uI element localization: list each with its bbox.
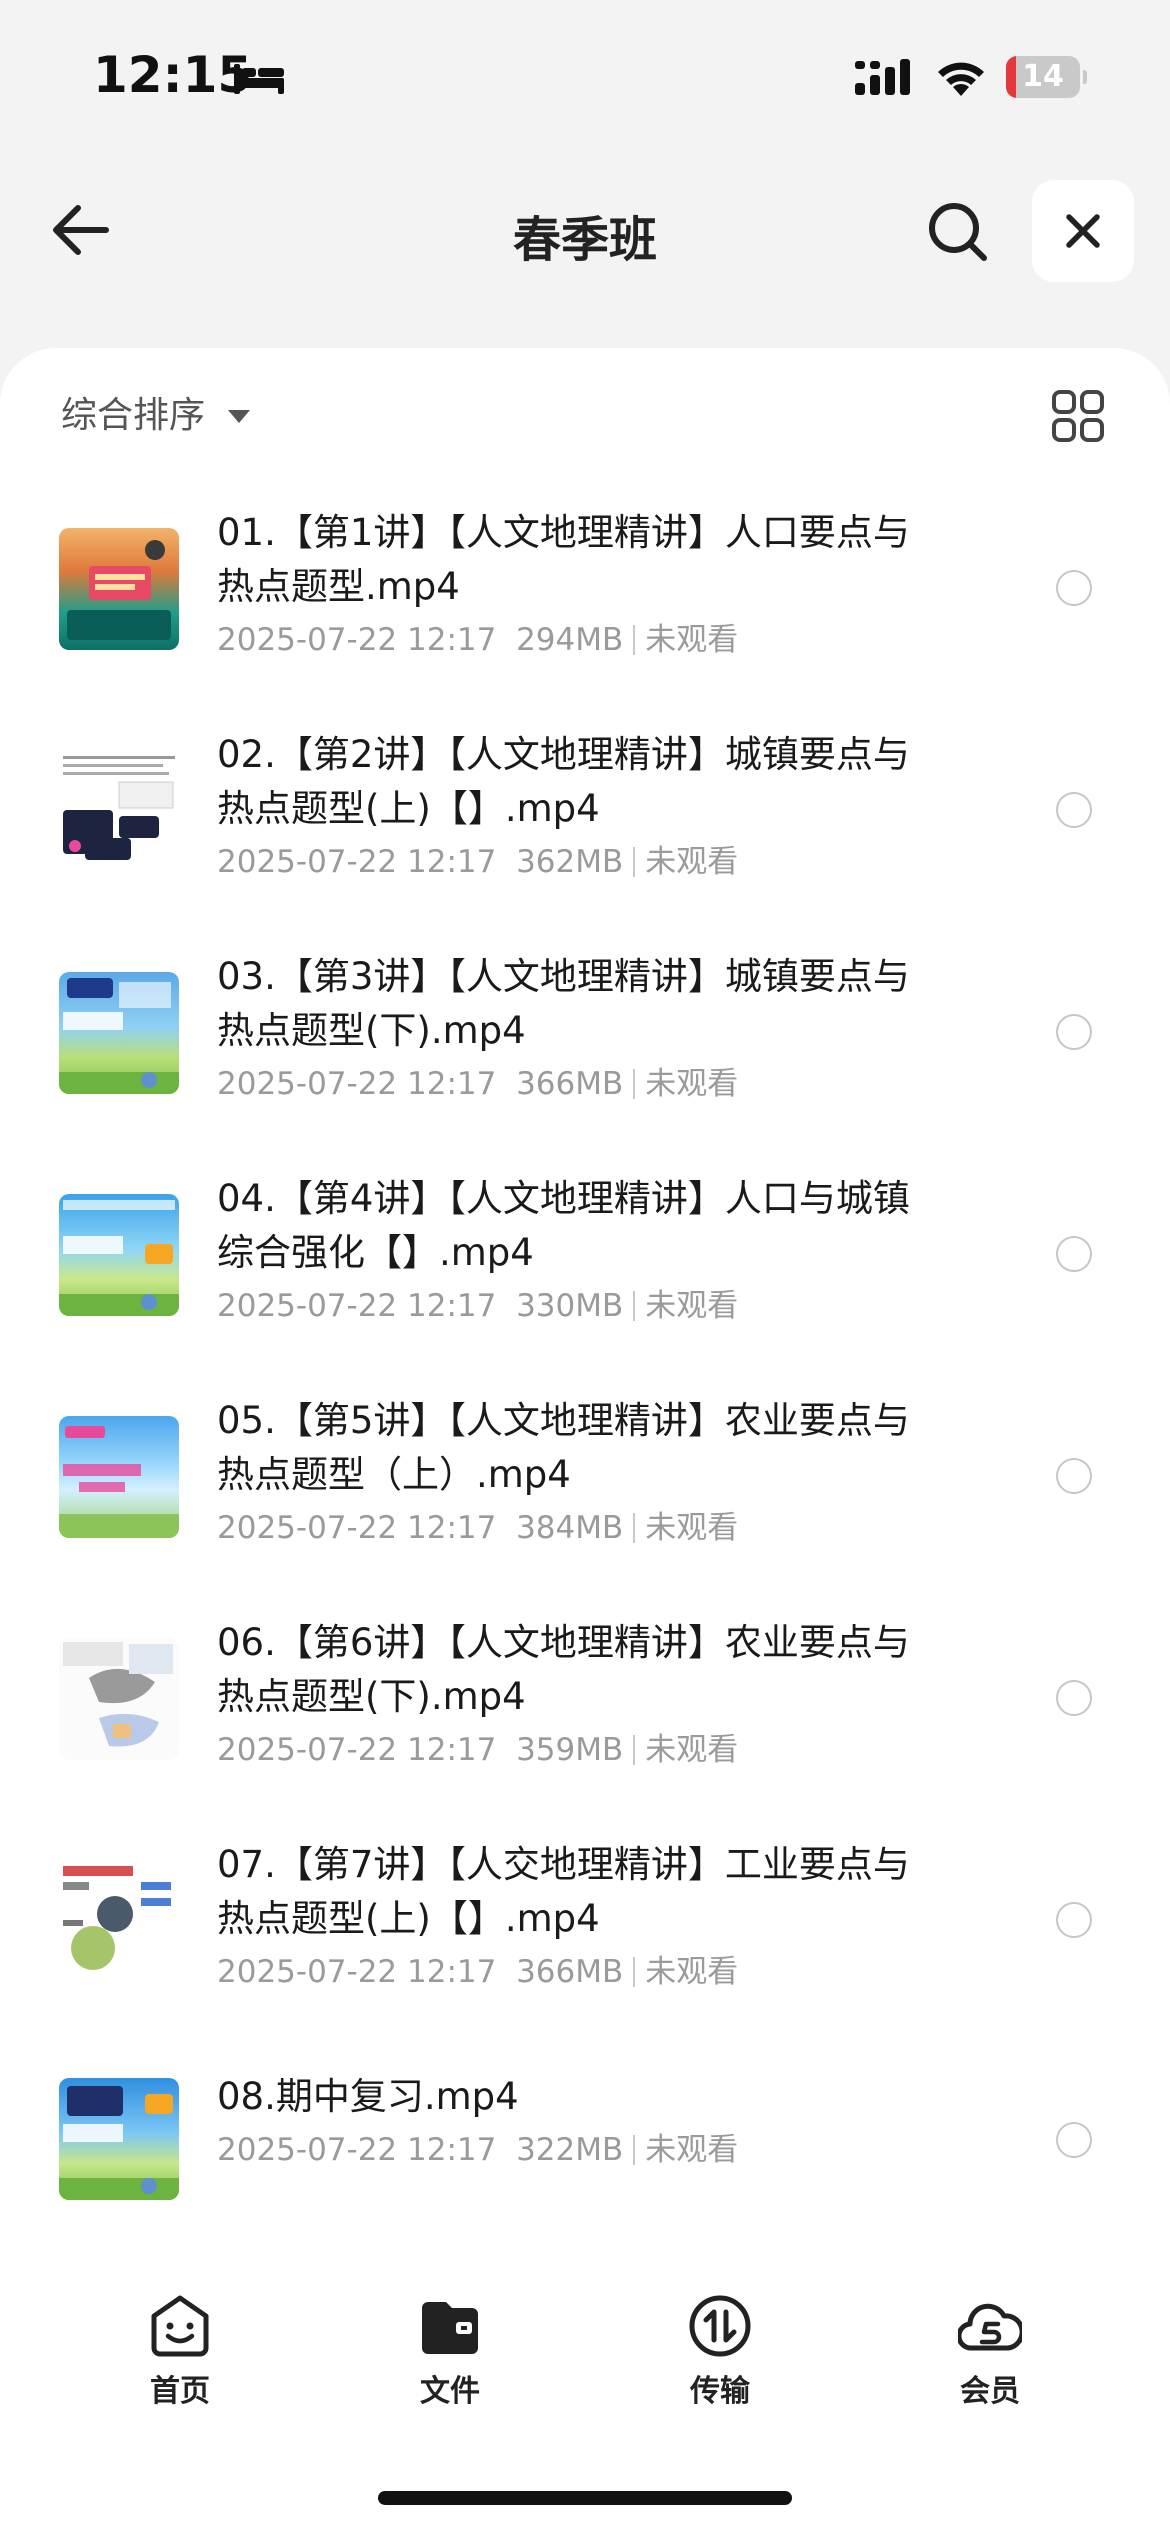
video-thumbnail	[59, 2078, 179, 2200]
file-row[interactable]: 07.【第7讲】【人交地理精讲】工业要点与热点题型(上)【】.mp4 2025-…	[0, 1838, 1170, 2038]
file-size: 359MB	[516, 1732, 624, 1768]
file-row[interactable]: 04.【第4讲】【人文地理精讲】人口与城镇综合强化【】.mp4 2025-07-…	[0, 1172, 1170, 1372]
bottom-tab-bar: 首页 文件 传输 会员	[0, 2280, 1170, 2410]
file-title: 06.【第6讲】【人文地理精讲】农业要点与热点题型(下).mp4	[217, 1621, 910, 1718]
bed-icon	[234, 64, 284, 94]
video-thumbnail	[59, 1194, 179, 1316]
folder-icon	[422, 2302, 478, 2354]
file-list-panel: 综合排序 01.【第1讲】【人文地理精讲】人口要点与热点题型.mp4 2025-…	[0, 348, 1170, 2532]
video-thumbnail	[59, 1860, 179, 1982]
file-meta: 2025-07-22 12:17 330MB 未观看	[217, 1284, 738, 1328]
tab-label: 文件	[420, 2374, 480, 2409]
file-date: 2025-07-22 12:17	[217, 1954, 497, 1990]
video-thumbnail	[59, 1638, 179, 1760]
close-button[interactable]	[1032, 180, 1134, 282]
select-radio[interactable]	[1056, 2122, 1092, 2158]
file-date: 2025-07-22 12:17	[217, 2132, 497, 2168]
file-title: 01.【第1讲】【人文地理精讲】人口要点与热点题型.mp4	[217, 511, 910, 608]
file-meta: 2025-07-22 12:17 384MB 未观看	[217, 1506, 738, 1550]
file-size: 366MB	[516, 1066, 624, 1102]
video-thumbnail	[59, 528, 179, 650]
file-date: 2025-07-22 12:17	[217, 1732, 497, 1768]
file-title: 07.【第7讲】【人交地理精讲】工业要点与热点题型(上)【】.mp4	[217, 1843, 910, 1940]
back-button[interactable]	[44, 194, 116, 266]
select-radio[interactable]	[1056, 1458, 1092, 1494]
tab-transfer[interactable]: 传输	[640, 2280, 800, 2410]
file-meta: 2025-07-22 12:17 322MB 未观看	[217, 2128, 738, 2172]
watch-status: 未观看	[645, 1288, 739, 1324]
page-title: 春季班	[512, 212, 657, 268]
select-radio[interactable]	[1056, 570, 1092, 606]
video-thumbnail	[59, 750, 179, 872]
file-size: 366MB	[516, 1954, 624, 1990]
file-size: 330MB	[516, 1288, 624, 1324]
file-size: 384MB	[516, 1510, 624, 1546]
file-title: 04.【第4讲】【人文地理精讲】人口与城镇综合强化【】.mp4	[217, 1177, 910, 1274]
home-indicator	[378, 2491, 792, 2505]
file-date: 2025-07-22 12:17	[217, 1288, 497, 1324]
tab-label: 首页	[150, 2374, 210, 2409]
tab-member[interactable]: 会员	[910, 2280, 1070, 2410]
file-meta: 2025-07-22 12:17 294MB 未观看	[217, 618, 738, 662]
file-date: 2025-07-22 12:17	[217, 622, 497, 658]
select-radio[interactable]	[1056, 1236, 1092, 1272]
video-thumbnail	[59, 1416, 179, 1538]
sort-bar: 综合排序	[0, 388, 1170, 444]
select-radio[interactable]	[1056, 1680, 1092, 1716]
file-title: 05.【第5讲】【人文地理精讲】农业要点与热点题型（上）.mp4	[217, 1399, 910, 1496]
tab-label: 会员	[960, 2374, 1020, 2409]
arrow-left-icon	[53, 205, 109, 255]
file-row[interactable]: 01.【第1讲】【人文地理精讲】人口要点与热点题型.mp4 2025-07-22…	[0, 506, 1170, 706]
file-row[interactable]: 05.【第5讲】【人文地理精讲】农业要点与热点题型（上）.mp4 2025-07…	[0, 1394, 1170, 1594]
watch-status: 未观看	[645, 622, 739, 658]
file-title: 08.期中复习.mp4	[217, 2075, 519, 2118]
file-title: 02.【第2讲】【人文地理精讲】城镇要点与热点题型(上)【】.mp4	[217, 733, 910, 830]
file-date: 2025-07-22 12:17	[217, 844, 497, 880]
tab-label: 传输	[690, 2374, 750, 2409]
transfer-icon	[689, 2295, 751, 2357]
file-row[interactable]: 02.【第2讲】【人文地理精讲】城镇要点与热点题型(上)【】.mp4 2025-…	[0, 728, 1170, 928]
cellular-signal-icon	[855, 59, 910, 95]
grid-view-icon[interactable]	[1050, 388, 1106, 444]
status-time: 12:15	[93, 46, 253, 104]
watch-status: 未观看	[645, 1510, 739, 1546]
nav-bar: 春季班	[0, 170, 1170, 290]
sort-dropdown[interactable]: 综合排序	[61, 388, 205, 444]
file-meta: 2025-07-22 12:17 359MB 未观看	[217, 1728, 738, 1772]
watch-status: 未观看	[645, 1732, 739, 1768]
file-row[interactable]: 08.期中复习.mp4 2025-07-22 12:17 322MB 未观看	[0, 2060, 1170, 2260]
search-icon	[929, 203, 987, 261]
tab-files[interactable]: 文件	[370, 2280, 530, 2410]
battery-indicator: 14	[1006, 56, 1087, 98]
video-thumbnail	[59, 972, 179, 1094]
file-size: 362MB	[516, 844, 624, 880]
file-meta: 2025-07-22 12:17 362MB 未观看	[217, 840, 738, 884]
smile-face-icon	[151, 2295, 209, 2357]
select-radio[interactable]	[1056, 1902, 1092, 1938]
file-size: 322MB	[516, 2132, 624, 2168]
file-row[interactable]: 06.【第6讲】【人文地理精讲】农业要点与热点题型(下).mp4 2025-07…	[0, 1616, 1170, 1816]
file-meta: 2025-07-22 12:17 366MB 未观看	[217, 1062, 738, 1106]
file-size: 294MB	[516, 622, 624, 658]
tab-home[interactable]: 首页	[100, 2280, 260, 2410]
wifi-icon	[938, 62, 984, 96]
status-bar: 12:15 14	[0, 0, 1170, 150]
battery-level: 14	[1022, 59, 1064, 94]
file-title: 03.【第3讲】【人文地理精讲】城镇要点与热点题型(下).mp4	[217, 955, 910, 1052]
search-button[interactable]	[922, 196, 994, 268]
select-radio[interactable]	[1056, 1014, 1092, 1050]
caret-down-icon[interactable]	[228, 410, 250, 423]
file-date: 2025-07-22 12:17	[217, 1066, 497, 1102]
file-row[interactable]: 03.【第3讲】【人文地理精讲】城镇要点与热点题型(下).mp4 2025-07…	[0, 950, 1170, 1150]
file-meta: 2025-07-22 12:17 366MB 未观看	[217, 1950, 738, 1994]
cloud-member-icon	[958, 2303, 1022, 2351]
watch-status: 未观看	[645, 844, 739, 880]
watch-status: 未观看	[645, 1066, 739, 1102]
file-date: 2025-07-22 12:17	[217, 1510, 497, 1546]
select-radio[interactable]	[1056, 792, 1092, 828]
close-icon	[1066, 214, 1100, 248]
watch-status: 未观看	[645, 2132, 739, 2168]
watch-status: 未观看	[645, 1954, 739, 1990]
